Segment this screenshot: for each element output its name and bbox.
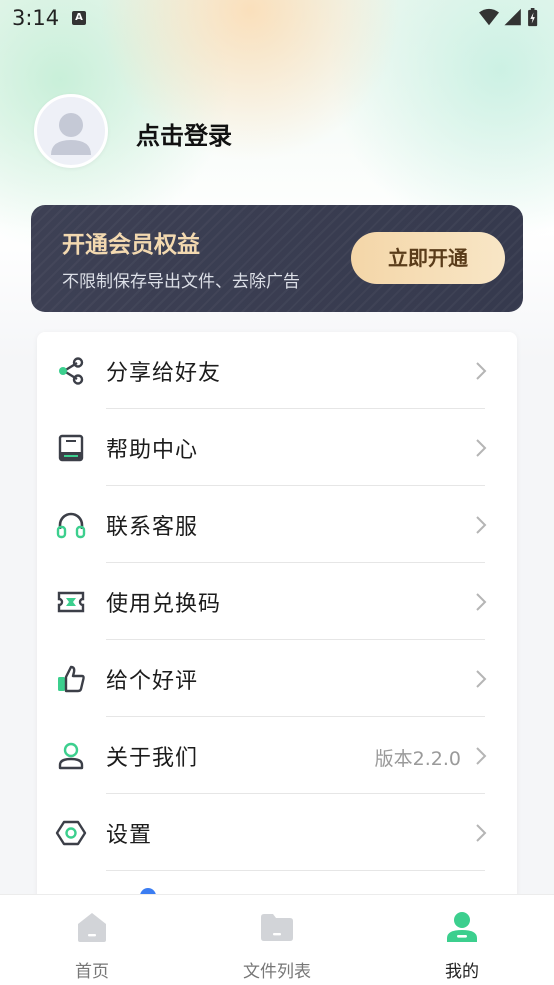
tab-label: 首页 <box>75 962 109 982</box>
menu-item-label: 关于我们 <box>106 746 199 771</box>
chevron-right-icon <box>476 439 487 457</box>
signal-icon <box>504 8 521 26</box>
login-link[interactable]: 点击登录 <box>136 116 232 151</box>
chevron-right-icon <box>476 593 487 611</box>
thumbs-up-icon <box>58 665 85 693</box>
menu-item-rate-us[interactable]: 给个好评 <box>37 640 517 717</box>
menu-item-label: 联系客服 <box>106 515 199 540</box>
tab-file-list[interactable]: 文件列表 <box>185 895 369 985</box>
menu-item-redeem-code[interactable]: 使用兑换码 <box>37 563 517 640</box>
vip-subtitle: 不限制保存导出文件、去除广告 <box>62 272 300 292</box>
status-bar: 3:14 A <box>0 0 554 38</box>
book-icon <box>58 434 84 462</box>
menu-item-help[interactable]: 帮助中心 <box>37 409 517 486</box>
menu-item-label: 帮助中心 <box>106 438 199 463</box>
menu-item-about-us[interactable]: 关于我们 版本2.2.0 <box>37 717 517 794</box>
share-icon <box>59 357 84 385</box>
battery-icon <box>528 8 538 27</box>
menu-item-share[interactable]: 分享给好友 <box>37 332 517 409</box>
headset-icon <box>56 512 86 539</box>
menu-item-settings[interactable]: 设置 <box>37 794 517 871</box>
tab-label: 我的 <box>445 962 479 982</box>
tab-home[interactable]: 首页 <box>0 895 184 985</box>
avatar[interactable] <box>34 94 108 168</box>
chevron-right-icon <box>476 516 487 534</box>
chevron-right-icon <box>476 824 487 842</box>
settings-icon <box>55 820 87 846</box>
ticket-icon <box>57 591 85 613</box>
notification-badge-icon: A <box>72 11 86 25</box>
home-icon <box>78 913 106 942</box>
wifi-icon <box>479 8 499 26</box>
user-icon <box>58 742 84 770</box>
default-avatar-icon <box>51 113 91 155</box>
tab-label: 文件列表 <box>243 962 311 982</box>
version-label: 版本2.2.0 <box>374 748 461 770</box>
menu-item-customer-service[interactable]: 联系客服 <box>37 486 517 563</box>
menu-item-label: 给个好评 <box>106 669 199 694</box>
bottom-tab-bar: 首页 文件列表 我的 <box>0 894 554 985</box>
status-time: 3:14 <box>12 6 60 30</box>
chevron-right-icon <box>476 747 487 765</box>
menu-item-label: 设置 <box>106 823 153 848</box>
menu-list: 分享给好友 帮助中心 联系客服 使用兑换码 给个好评 关于我们 版本2.2.0 … <box>37 332 517 912</box>
chevron-right-icon <box>476 670 487 688</box>
vip-banner: 开通会员权益 不限制保存导出文件、去除广告 立即开通 <box>31 205 523 312</box>
status-indicators <box>479 8 538 27</box>
divider <box>106 870 485 871</box>
profile-icon <box>447 912 477 942</box>
folder-icon <box>261 914 293 941</box>
vip-title: 开通会员权益 <box>62 232 200 258</box>
activate-vip-button[interactable]: 立即开通 <box>351 232 505 284</box>
chevron-right-icon <box>476 362 487 380</box>
menu-item-label: 分享给好友 <box>106 361 222 386</box>
menu-item-label: 使用兑换码 <box>106 592 222 617</box>
tab-mine[interactable]: 我的 <box>370 895 554 985</box>
